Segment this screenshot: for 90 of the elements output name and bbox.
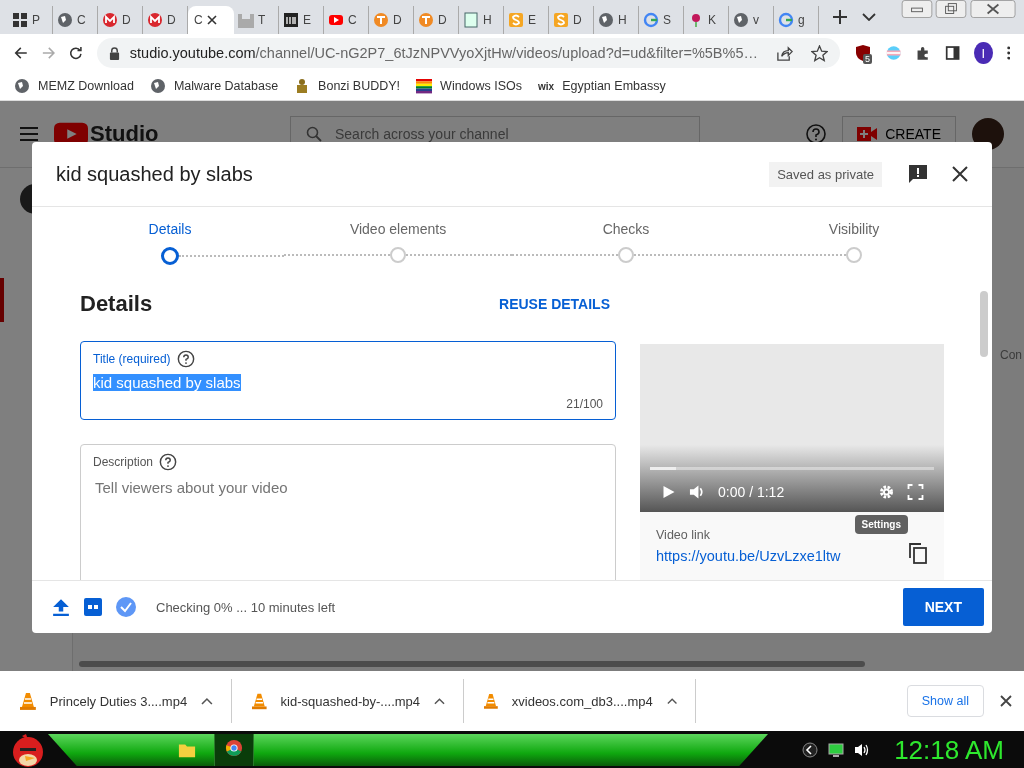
s-logo-icon bbox=[508, 12, 524, 28]
back-icon[interactable] bbox=[14, 45, 28, 61]
globe-icon bbox=[733, 12, 749, 28]
active-marker bbox=[0, 278, 4, 322]
volume-icon[interactable] bbox=[854, 742, 871, 758]
bookmark[interactable]: Malware Database bbox=[149, 78, 279, 94]
mega-logo-icon bbox=[147, 12, 163, 28]
feedback-icon[interactable] bbox=[908, 164, 928, 184]
caret-icon[interactable] bbox=[434, 697, 445, 705]
browser-tab[interactable]: C bbox=[188, 6, 234, 34]
hd-icon bbox=[84, 598, 102, 616]
dialog-title: kid squashed by slabs bbox=[56, 162, 254, 186]
puzzle-icon[interactable] bbox=[915, 44, 931, 62]
bookmark[interactable]: Bonzi BUDDY! bbox=[294, 78, 401, 94]
chevron-down-icon[interactable] bbox=[862, 13, 876, 21]
side-panel-icon[interactable] bbox=[944, 44, 960, 62]
caret-icon[interactable] bbox=[666, 697, 677, 705]
step-tab[interactable]: Checks bbox=[602, 221, 650, 237]
globe-icon bbox=[57, 12, 73, 28]
reload-icon[interactable] bbox=[69, 45, 83, 61]
download-item[interactable]: Princely Duties 3....mp4 bbox=[0, 679, 232, 723]
google-logo-icon bbox=[643, 12, 659, 28]
title-input-field[interactable]: Title (required) kid squashed by slabs 21/100 bbox=[80, 341, 616, 420]
close-icon[interactable] bbox=[206, 15, 217, 25]
chrome-icon bbox=[225, 739, 243, 757]
google-logo-icon bbox=[778, 12, 794, 28]
step-tab[interactable]: Details bbox=[148, 221, 192, 237]
clock: 12:18 AM bbox=[894, 734, 1004, 766]
video-link[interactable]: https://youtu.be/UzvLzxe1ltw bbox=[656, 548, 898, 564]
traffic-cone-icon bbox=[484, 692, 498, 710]
time-display: 0:00 / 1:12 bbox=[718, 484, 785, 500]
t-logo-icon bbox=[418, 12, 434, 28]
close-icon[interactable] bbox=[1000, 695, 1012, 707]
table-header-text: Con bbox=[1000, 348, 1022, 362]
upload-status: Checking 0% ... 10 minutes left bbox=[156, 599, 337, 615]
address-bar[interactable]: studio.youtube.com/channel/UC-nG2P7_6tJzNPVVyoXjtHw/videos/upload?d=ud&filter=%5B%5… bbox=[96, 38, 840, 68]
step-tab[interactable]: Visibility bbox=[828, 221, 880, 237]
taskbar-button[interactable] bbox=[214, 732, 254, 768]
chevron-left-icon[interactable] bbox=[802, 742, 819, 758]
more-icon[interactable] bbox=[1006, 45, 1011, 61]
caret-icon[interactable] bbox=[201, 697, 213, 705]
copy-icon[interactable] bbox=[908, 542, 928, 564]
download-item[interactable]: kid-squashed-by-....mp4 bbox=[232, 679, 464, 723]
help-icon[interactable] bbox=[159, 453, 178, 471]
help-icon[interactable] bbox=[806, 124, 827, 144]
document-icon bbox=[463, 12, 479, 28]
help-icon[interactable] bbox=[176, 350, 195, 368]
globe-icon bbox=[598, 12, 614, 28]
restore-icon[interactable] bbox=[934, 0, 968, 18]
minimize-icon[interactable] bbox=[900, 0, 934, 18]
rainbow-flag-icon bbox=[416, 78, 433, 94]
fullscreen-icon[interactable] bbox=[907, 484, 924, 500]
bookmark[interactable]: MEMZ Download bbox=[14, 78, 134, 94]
save-status-chip: Saved as private bbox=[769, 161, 882, 187]
traffic-cone-icon bbox=[252, 692, 267, 710]
check-circle-icon bbox=[116, 597, 136, 617]
lock-icon bbox=[108, 46, 120, 60]
mega-logo-icon bbox=[102, 12, 118, 28]
next-button[interactable]: NEXT bbox=[902, 588, 984, 626]
castle-icon bbox=[238, 12, 254, 28]
monitor-icon[interactable] bbox=[828, 742, 845, 758]
extension-badge: 5 bbox=[863, 54, 872, 64]
studio-logo-text: Studio bbox=[90, 121, 159, 147]
museum-icon bbox=[283, 12, 299, 28]
show-all-button[interactable]: Show all bbox=[906, 685, 984, 717]
download-item[interactable]: xvideos.com_db3....mp4 bbox=[464, 679, 696, 723]
globe-icon bbox=[14, 78, 30, 94]
s-logo-icon bbox=[553, 12, 569, 28]
play-logo-icon bbox=[328, 12, 344, 28]
star-icon[interactable] bbox=[811, 44, 828, 62]
profile-avatar[interactable]: I bbox=[973, 42, 993, 64]
new-tab-icon[interactable] bbox=[833, 10, 847, 24]
step-tab[interactable]: Video elements bbox=[349, 221, 447, 237]
search-icon bbox=[306, 126, 322, 142]
section-heading: Details bbox=[80, 291, 153, 317]
description-field[interactable]: Description Tell viewers about your video bbox=[80, 444, 616, 580]
globe-icon bbox=[149, 78, 166, 94]
reuse-details-button[interactable]: REUSE DETAILS bbox=[493, 295, 616, 313]
share-icon[interactable] bbox=[776, 44, 793, 62]
grid-logo-icon bbox=[12, 12, 28, 28]
tooltip: Settings bbox=[854, 515, 908, 534]
menu-icon[interactable] bbox=[20, 127, 38, 141]
t-logo-icon bbox=[373, 12, 389, 28]
traffic-cone-icon bbox=[20, 692, 36, 710]
upload-icon bbox=[52, 598, 70, 616]
close-icon[interactable] bbox=[952, 166, 968, 182]
bookmark[interactable]: Windows ISOs bbox=[416, 78, 523, 94]
bookmark[interactable]: wix Egyptian Embassy bbox=[538, 79, 666, 93]
close-icon[interactable] bbox=[968, 0, 1018, 18]
settings-icon[interactable] bbox=[878, 484, 895, 500]
